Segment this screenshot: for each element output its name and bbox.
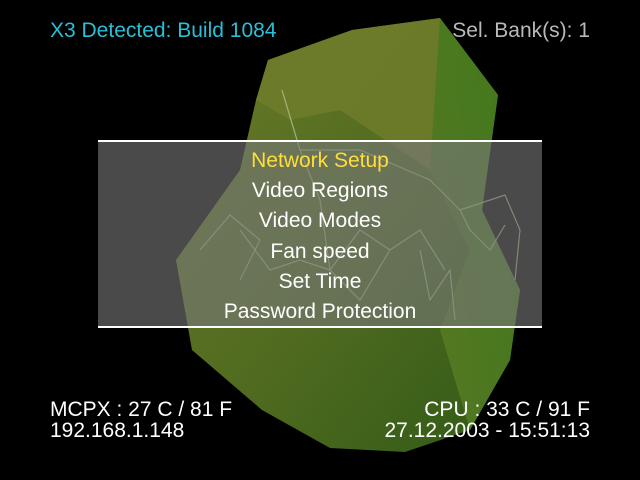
menu-item-video-regions[interactable]: Video Regions [0,176,640,206]
build-info: X3 Detected: Build 1084 [50,19,277,42]
main-menu: Network Setup Video Regions Video Modes … [0,146,640,327]
date-time: 27.12.2003 - 15:51:13 [384,419,590,442]
ip-address: 192.168.1.148 [50,419,185,442]
mcpx-temperature: MCPX : 27 C / 81 F [50,398,233,421]
selected-bank-info: Sel. Bank(s): 1 [452,19,590,42]
cpu-temperature: CPU : 33 C / 91 F [424,398,590,421]
menu-item-network-setup[interactable]: Network Setup [0,146,640,176]
bios-menu-screen: X3 Detected: Build 1084 Sel. Bank(s): 1 … [0,0,640,480]
menu-item-fan-speed[interactable]: Fan speed [0,237,640,267]
menu-item-set-time[interactable]: Set Time [0,267,640,297]
menu-item-password-protection[interactable]: Password Protection [0,297,640,327]
menu-item-video-modes[interactable]: Video Modes [0,206,640,236]
